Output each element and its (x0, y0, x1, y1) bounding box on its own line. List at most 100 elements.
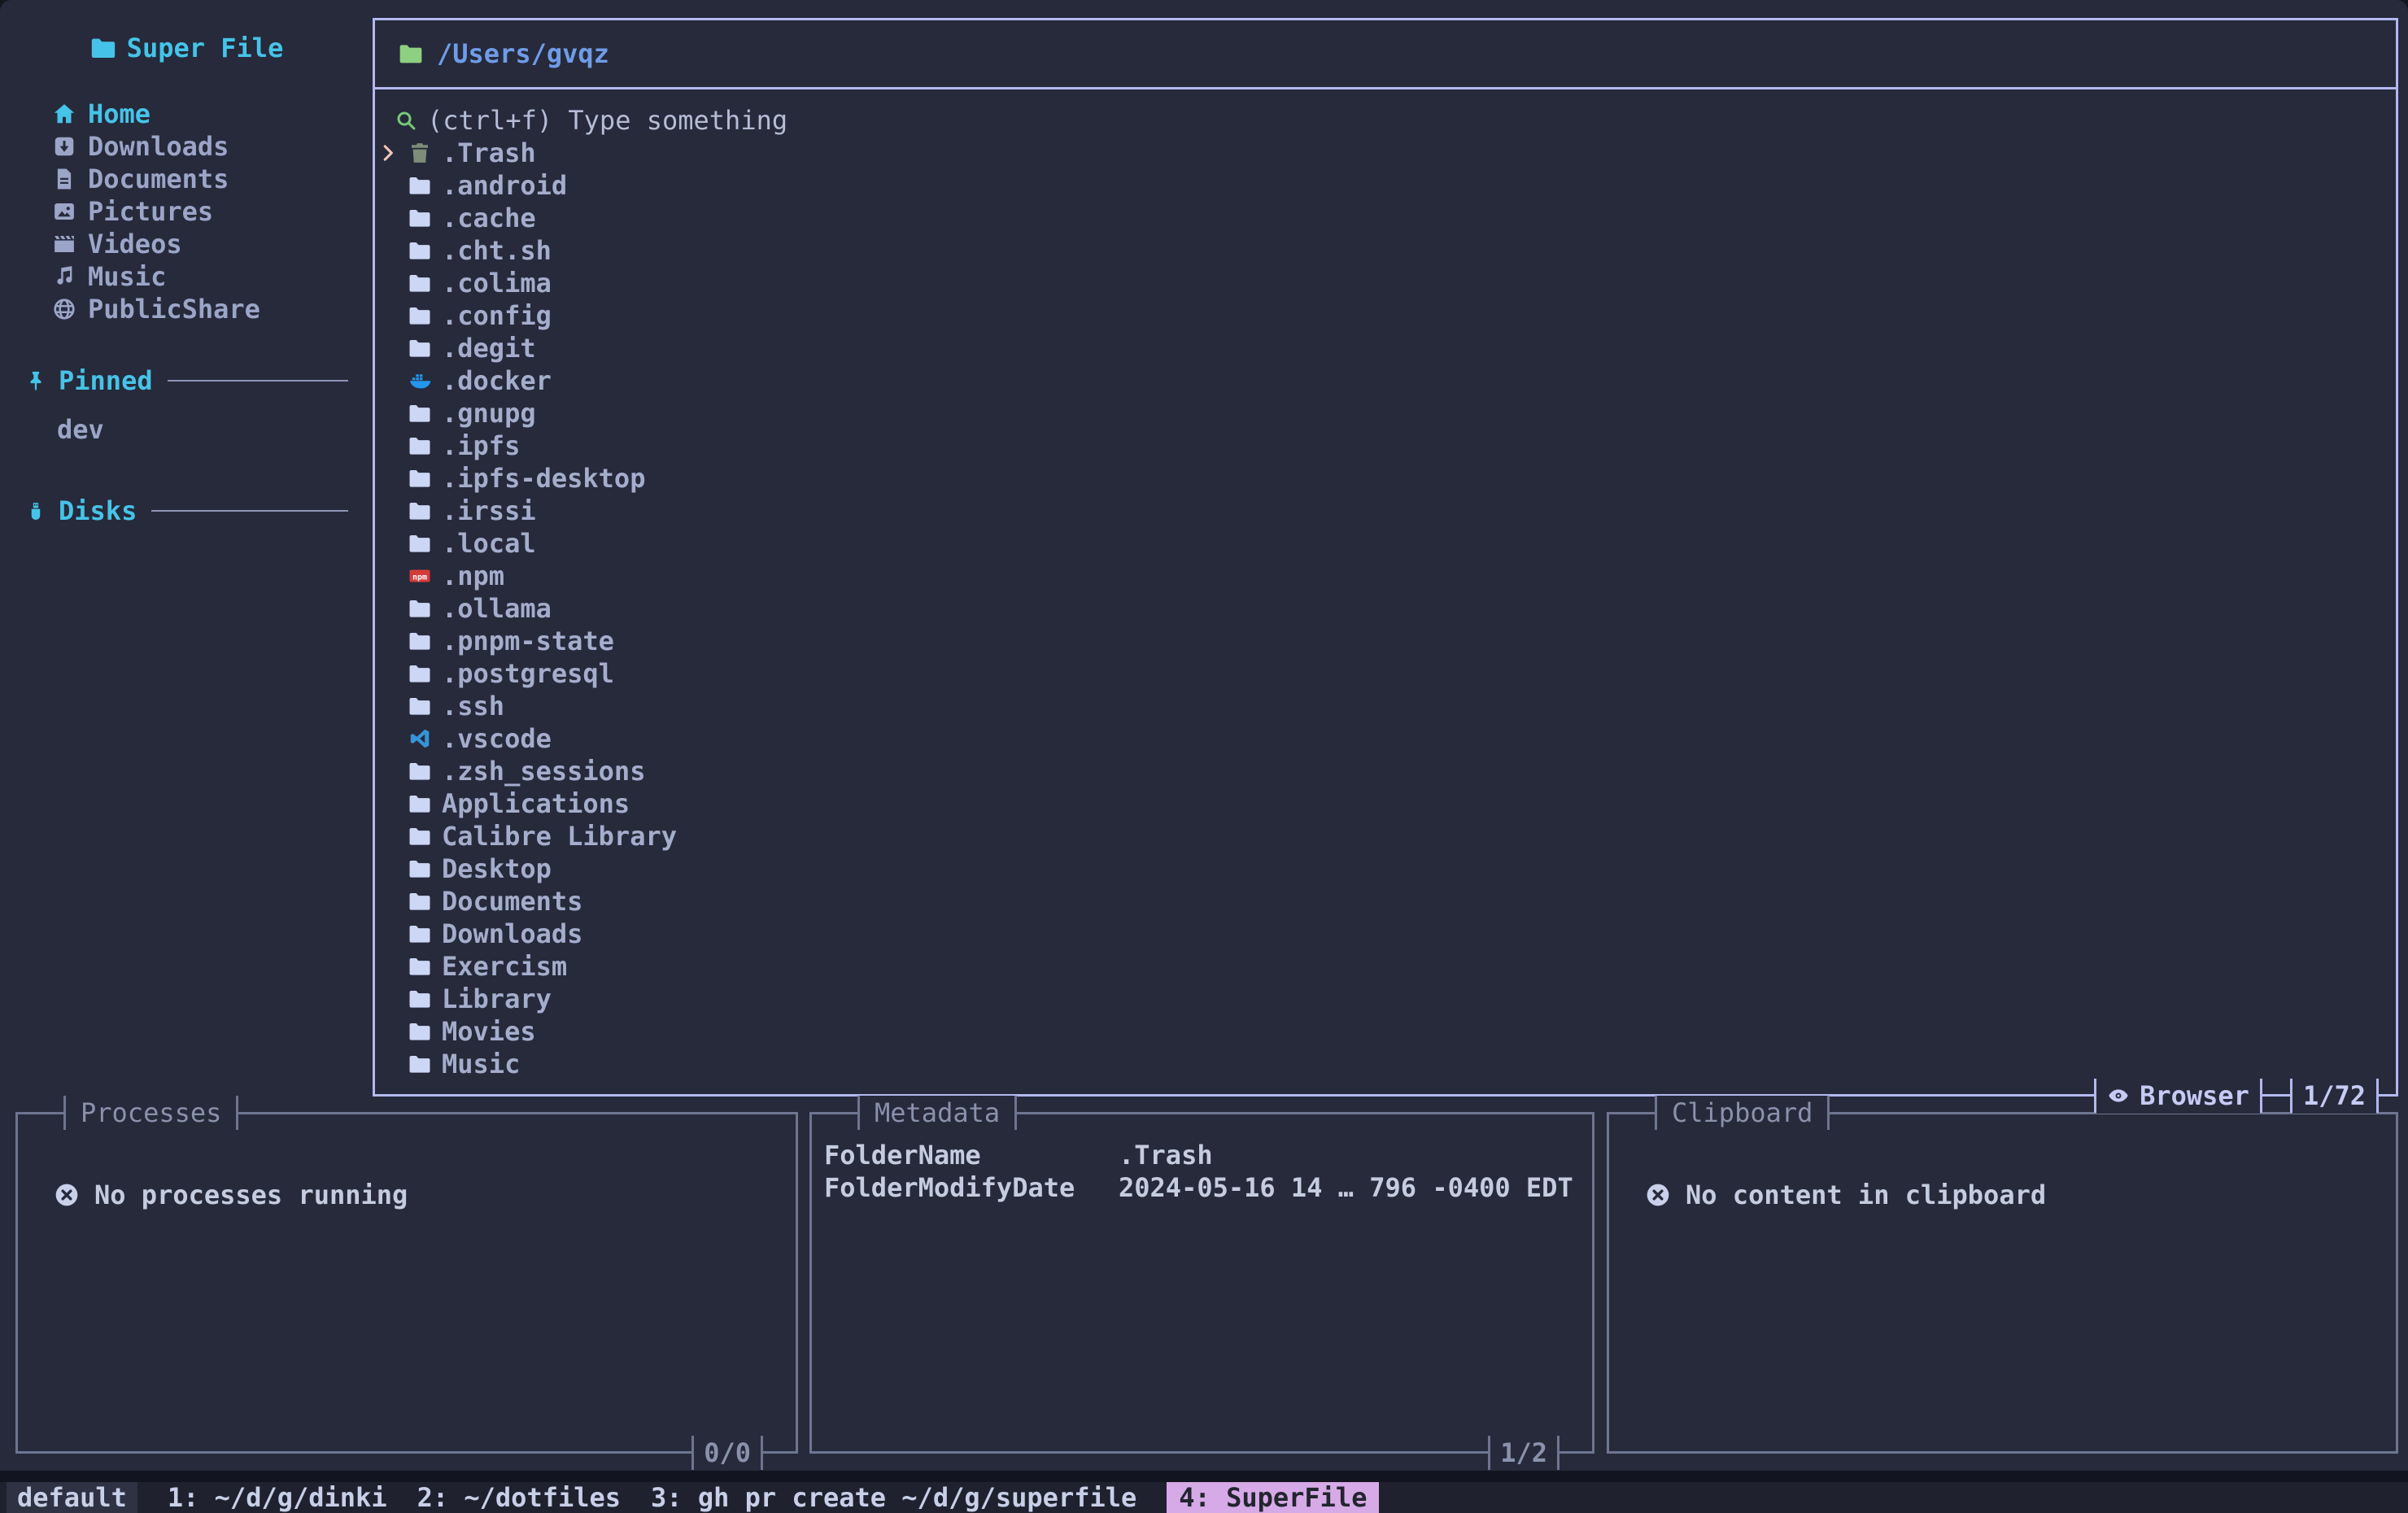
metadata-row: FolderModifyDate 2024-05-16 14 … 796 -04… (824, 1171, 1592, 1204)
file-name: .cache (442, 203, 536, 233)
pinned-item-label: dev (57, 414, 104, 445)
tmux-window-3-gh-pr-create-d-g-superfile[interactable]: 3: gh pr create ~/d/g/superfile (651, 1482, 1136, 1513)
sidebar-item-downloads[interactable]: Downloads (0, 130, 373, 163)
file-row-cht-sh[interactable]: .cht.sh (375, 234, 2396, 267)
file-row-exercism[interactable]: Exercism (375, 950, 2396, 983)
file-row-colima[interactable]: .colima (375, 267, 2396, 299)
path-bar[interactable]: /Users/gvqz (375, 20, 2396, 89)
file-name: Documents (442, 886, 582, 917)
circle-x-icon (54, 1182, 80, 1208)
folder-icon (408, 173, 432, 198)
file-row-ipfs-desktop[interactable]: .ipfs-desktop (375, 462, 2396, 495)
sidebar-item-label: PublicShare (88, 294, 260, 325)
file-name: .Trash (442, 137, 536, 168)
folder-icon (408, 824, 432, 848)
file-name: .config (442, 300, 552, 331)
vscode-icon (408, 726, 432, 751)
folder-icon (408, 922, 432, 946)
file-row-ssh[interactable]: .ssh (375, 690, 2396, 722)
file-row-pnpm-state[interactable]: .pnpm-state (375, 625, 2396, 657)
file-name: Desktop (442, 853, 552, 884)
pinned-list: dev (0, 413, 373, 446)
metadata-row: FolderName .Trash (824, 1139, 1592, 1171)
file-row-npm[interactable]: .npm (375, 560, 2396, 592)
folder-icon (408, 661, 432, 686)
border-tick (2376, 1079, 2379, 1113)
file-row-zsh-sessions[interactable]: .zsh_sessions (375, 755, 2396, 787)
folder-icon (408, 857, 432, 881)
folder-icon (408, 531, 432, 556)
file-row-android[interactable]: .android (375, 169, 2396, 202)
docker-icon (408, 368, 432, 393)
trash-icon (408, 141, 432, 165)
eye-icon (2107, 1084, 2130, 1107)
sidebar-item-home[interactable]: Home (0, 98, 373, 130)
file-row-degit[interactable]: .degit (375, 332, 2396, 364)
tmux-window-1-d-g-dinki[interactable]: 1: ~/d/g/dinki (168, 1482, 387, 1513)
folder-icon (408, 694, 432, 718)
file-row-local[interactable]: .local (375, 527, 2396, 560)
file-name: .gnupg (442, 398, 536, 429)
music-icon (52, 264, 76, 289)
tmux-window-4-superfile[interactable]: 4: SuperFile (1167, 1482, 1379, 1513)
sidebar-item-label: Music (88, 261, 166, 292)
section-divider (151, 510, 348, 512)
file-row-desktop[interactable]: Desktop (375, 852, 2396, 885)
processes-empty-state: No processes running (54, 1179, 796, 1210)
search-input[interactable]: (ctrl+f) Type something (375, 104, 2396, 137)
sidebar-item-music[interactable]: Music (0, 260, 373, 293)
search-placeholder: (ctrl+f) Type something (427, 105, 787, 136)
file-row-cache[interactable]: .cache (375, 202, 2396, 234)
superfile-app: Super File Home Downloads Documents Pict… (0, 0, 2408, 1513)
tmux-status-bar: default 1: ~/d/g/dinki2: ~/dotfiles3: gh… (0, 1482, 2408, 1513)
clipboard-empty-state: No content in clipboard (1645, 1179, 2396, 1210)
file-row-documents[interactable]: Documents (375, 885, 2396, 918)
file-row-irssi[interactable]: .irssi (375, 495, 2396, 527)
file-name: Calibre Library (442, 821, 677, 852)
usb-icon (24, 499, 47, 522)
file-row-ipfs[interactable]: .ipfs (375, 429, 2396, 462)
file-row-calibre-library[interactable]: Calibre Library (375, 820, 2396, 852)
processes-panel: Processes No processes running 0/0 (15, 1112, 798, 1454)
folder-icon (408, 1019, 432, 1044)
folder-icon (408, 238, 432, 263)
file-row-ollama[interactable]: .ollama (375, 592, 2396, 625)
file-row-trash[interactable]: .Trash (375, 137, 2396, 169)
sidebar-item-publicshare[interactable]: PublicShare (0, 293, 373, 325)
folder-icon (408, 596, 432, 621)
file-row-movies[interactable]: Movies (375, 1015, 2396, 1048)
npm-icon (408, 564, 432, 588)
file-row-applications[interactable]: Applications (375, 787, 2396, 820)
browser-panel-footer: Browser 1/72 (2094, 1078, 2379, 1114)
window-gap (0, 1471, 2408, 1482)
file-row-config[interactable]: .config (375, 299, 2396, 332)
file-row-music[interactable]: Music (375, 1048, 2396, 1080)
folder-icon (408, 303, 432, 328)
file-name: .ollama (442, 593, 552, 624)
pinned-section-label: Pinned (59, 365, 153, 396)
sidebar-item-documents[interactable]: Documents (0, 163, 373, 195)
file-list: .Trash .android .cache .cht.sh .coli (375, 137, 2396, 1080)
folder-icon (89, 34, 117, 62)
file-row-docker[interactable]: .docker (375, 364, 2396, 397)
file-name: .zsh_sessions (442, 756, 645, 787)
folder-icon (408, 434, 432, 458)
file-name: Movies (442, 1016, 536, 1047)
disks-section-label: Disks (59, 495, 137, 526)
current-path: /Users/gvqz (437, 38, 609, 69)
disks-section-header: Disks (0, 495, 373, 527)
file-name: .ipfs-desktop (442, 463, 645, 494)
file-row-postgresql[interactable]: .postgresql (375, 657, 2396, 690)
sidebar-item-pictures[interactable]: Pictures (0, 195, 373, 228)
download-icon (52, 134, 76, 159)
file-row-gnupg[interactable]: .gnupg (375, 397, 2396, 429)
file-row-downloads[interactable]: Downloads (375, 918, 2396, 950)
file-row-library[interactable]: Library (375, 983, 2396, 1015)
pinned-item-dev[interactable]: dev (0, 413, 373, 446)
folder-icon (408, 1052, 432, 1076)
folder-icon (408, 987, 432, 1011)
file-row-vscode[interactable]: .vscode (375, 722, 2396, 755)
sidebar-item-videos[interactable]: Videos (0, 228, 373, 260)
metadata-value: .Trash (1119, 1140, 1213, 1171)
tmux-window-2-dotfiles[interactable]: 2: ~/dotfiles (417, 1482, 621, 1513)
